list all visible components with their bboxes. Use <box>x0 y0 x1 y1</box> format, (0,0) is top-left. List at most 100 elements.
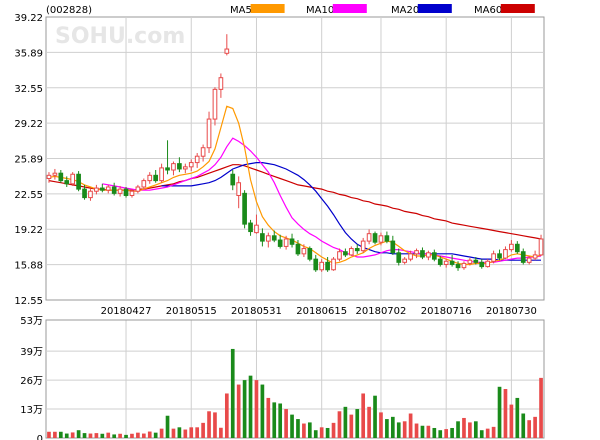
candle <box>212 87 218 126</box>
candle-down-body <box>449 260 455 265</box>
volume-bar <box>219 427 223 438</box>
candle-up-body <box>117 188 123 194</box>
candle-down-body <box>271 235 277 241</box>
legend-label: MA60 <box>474 5 502 16</box>
candle-up-body <box>538 238 544 256</box>
volume-bar <box>171 428 176 438</box>
candle <box>485 259 491 268</box>
candle-down-body <box>396 252 402 263</box>
candle-down-body <box>295 243 301 255</box>
volume-bar <box>130 433 134 438</box>
volume-bar <box>385 419 389 438</box>
volume-bar <box>189 427 194 438</box>
candle-up-body <box>491 253 496 262</box>
candle <box>94 184 99 195</box>
candle-up-body <box>254 224 259 234</box>
volume-bar <box>307 422 312 438</box>
volume-bar <box>141 433 146 438</box>
volume-bar <box>349 414 354 438</box>
candle <box>135 184 141 194</box>
candle <box>254 214 259 234</box>
volume-bar <box>112 434 117 438</box>
volume-tick-label: 13万 <box>20 405 43 416</box>
candle-up-body <box>366 233 372 242</box>
volume-bar <box>195 427 200 438</box>
volume-bars <box>47 348 543 438</box>
volume-bar <box>473 421 478 438</box>
volume-bar <box>88 433 93 438</box>
candle-down-body <box>153 174 159 182</box>
volume-bar <box>367 406 371 438</box>
candle-up-body <box>319 261 325 271</box>
candle-up-body <box>194 155 200 164</box>
candle-down-body <box>497 253 502 259</box>
candle-down-body <box>165 167 170 171</box>
candle-down-body <box>82 188 87 199</box>
candle <box>461 261 467 270</box>
volume-bar <box>414 423 419 438</box>
stock-code: (002828) <box>46 5 92 16</box>
price-axis: 39.22 35.89 32.55 29.22 25.89 22.55 19.22 15.88… <box>14 13 43 307</box>
candle-down-body <box>76 173 81 190</box>
candle-down-body <box>99 187 105 191</box>
candle <box>343 248 348 258</box>
volume-bar <box>100 433 105 438</box>
candle <box>497 249 502 261</box>
candle-up-body <box>485 260 491 268</box>
legend-swatch <box>500 4 535 13</box>
candle-up-body <box>94 187 99 192</box>
volume-bar <box>177 427 182 438</box>
candle <box>230 170 236 191</box>
candle <box>265 232 271 248</box>
ma5-line <box>48 105 542 266</box>
candle <box>491 250 496 264</box>
volume-bar <box>224 393 229 438</box>
candle <box>171 161 176 176</box>
stock-chart: SOHU.com (002828) MA5 MA10 MA20 MA60 39.223… <box>14 4 545 440</box>
candle-up-body <box>283 238 289 247</box>
candle-up-body <box>331 258 336 271</box>
candle <box>248 219 253 236</box>
volume-bar <box>331 422 336 438</box>
candle <box>360 237 366 253</box>
candle-down-body <box>420 250 425 258</box>
volume-bar <box>159 428 164 438</box>
volume-bar <box>379 412 383 438</box>
candle <box>99 183 105 193</box>
candle <box>260 228 265 247</box>
candle <box>390 235 396 255</box>
volume-bar <box>503 389 508 438</box>
candle-up-body <box>236 182 242 196</box>
candle-down-body <box>230 173 236 186</box>
candle-up-body <box>206 118 212 149</box>
candle <box>105 184 111 194</box>
volume-grid <box>45 319 545 439</box>
candle-down-body <box>514 243 520 253</box>
candle-up-body <box>526 257 532 263</box>
volume-bar <box>260 384 265 438</box>
volume-bar <box>242 380 247 438</box>
volume-bar <box>468 422 472 438</box>
date-tick-label: 20180730 <box>486 306 537 317</box>
candle-down-body <box>111 186 117 194</box>
candle-up-body <box>159 167 164 182</box>
volume-tick-label: 53万 <box>20 316 43 327</box>
volume-frame <box>45 319 545 439</box>
volume-bar <box>272 402 277 438</box>
volume-bar <box>153 432 158 438</box>
date-tick-label: 20180531 <box>231 306 282 317</box>
price-grid <box>45 16 545 438</box>
candle-up-body <box>141 180 147 188</box>
candle-down-body <box>289 238 295 245</box>
volume-bar <box>527 420 532 438</box>
legend-label: MA20 <box>391 5 419 16</box>
volume-bar <box>521 413 526 438</box>
candle-down-body <box>437 258 443 265</box>
volume-bar <box>183 429 188 438</box>
volume-bar <box>284 409 288 438</box>
candle <box>52 168 58 180</box>
candle <box>354 244 360 254</box>
candle-down-body <box>307 248 313 260</box>
volume-bar <box>94 433 99 438</box>
candle-down-body <box>520 251 526 263</box>
